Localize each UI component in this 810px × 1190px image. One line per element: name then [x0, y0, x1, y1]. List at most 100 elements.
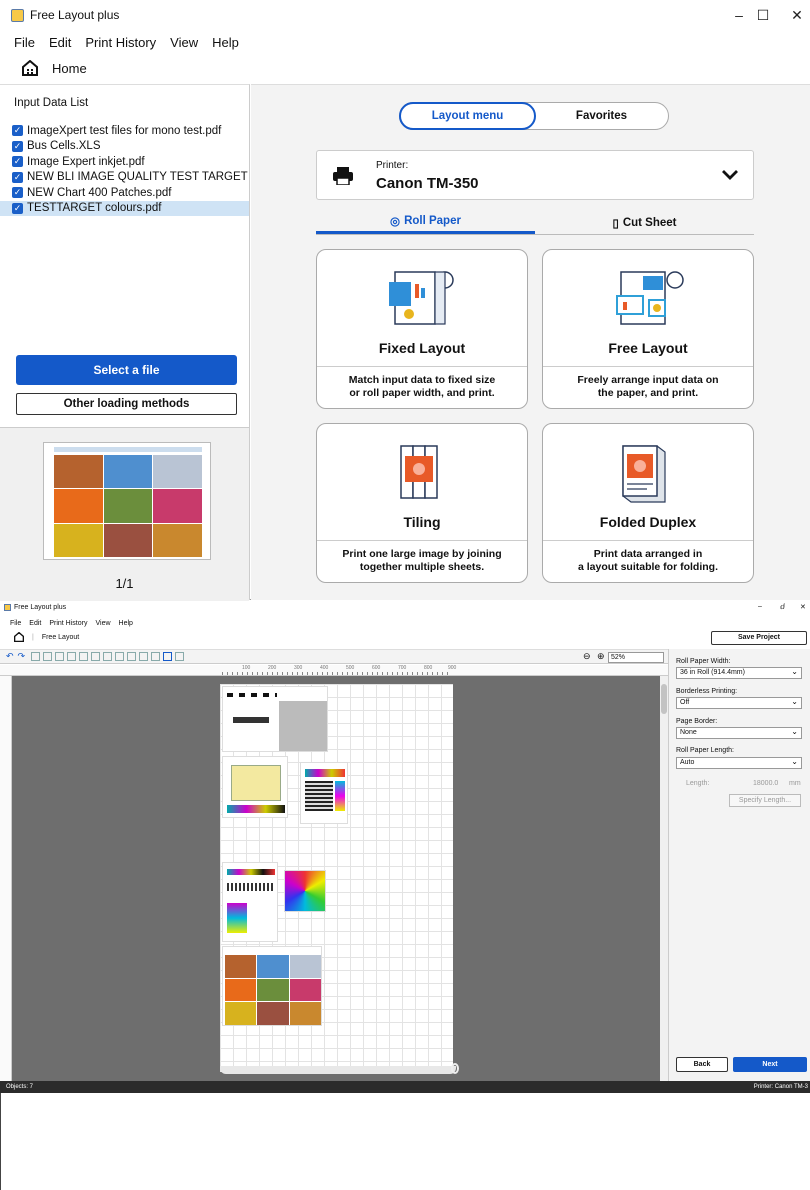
free-layout-card[interactable]: Free Layout Freely arrange input data on…	[542, 249, 754, 409]
duplicate-icon[interactable]	[55, 652, 65, 661]
app-icon	[11, 8, 24, 22]
vertical-scrollbar[interactable]	[660, 676, 668, 1081]
folded-duplex-card[interactable]: Folded Duplex Print data arranged in a l…	[542, 423, 754, 583]
ruler-mark: 200	[268, 665, 277, 671]
input-data-panel: Input Data List ✓ ImageXpert test files f…	[0, 84, 250, 601]
roll-width-select[interactable]: 36 in Roll (914.4mm)	[676, 667, 802, 679]
save-project-button[interactable]: Save Project	[711, 631, 807, 645]
layout-menu-panel: Layout menu Favorites Printer: Canon TM-…	[251, 84, 810, 600]
close-button[interactable]: ✕	[800, 603, 806, 611]
file-item-selected[interactable]: ✓ TESTTARGET colours.pdf	[0, 200, 249, 216]
tab-cut-sheet[interactable]: ▯ Cut Sheet	[535, 211, 754, 234]
distribute-icon[interactable]	[127, 652, 137, 661]
menu-file[interactable]: File	[10, 620, 21, 627]
page-object-testtarget[interactable]	[222, 946, 322, 1026]
crop-icon[interactable]	[91, 652, 101, 661]
layout-canvas[interactable]	[0, 676, 660, 1081]
file-item[interactable]: ✓ ImageXpert test files for mono test.pdf	[0, 123, 249, 139]
breadcrumb-free-layout: Free Layout	[41, 633, 80, 641]
tiling-card[interactable]: Tiling Print one large image by joining …	[316, 423, 528, 583]
rotate-icon[interactable]	[67, 652, 77, 661]
redo-icon[interactable]: ↷	[18, 651, 26, 662]
fixed-layout-card[interactable]: Fixed Layout Match input data to fixed s…	[316, 249, 528, 409]
paper-tabs: ◎ Roll Paper ▯ Cut Sheet	[316, 211, 754, 235]
page-object-mono-test[interactable]	[222, 686, 328, 752]
blank-area	[0, 1093, 810, 1190]
file-item[interactable]: ✓ Bus Cells.XLS	[0, 139, 249, 155]
window-title: Free Layout plus	[14, 604, 67, 611]
page-object-bus-cells[interactable]	[222, 862, 278, 942]
flip-icon[interactable]	[79, 652, 89, 661]
ruler-mark: 700	[398, 665, 407, 671]
menu-help[interactable]: Help	[212, 35, 239, 50]
ruler-mark: 500	[346, 665, 355, 671]
page-object-inkjet[interactable]	[222, 756, 288, 818]
checkbox-icon[interactable]: ✓	[12, 156, 23, 168]
favorites-tab[interactable]: Favorites	[535, 103, 668, 129]
maximize-button[interactable]: ⅆ	[780, 603, 785, 611]
roll-length-select[interactable]: Auto	[676, 757, 802, 769]
menu-view[interactable]: View	[170, 35, 198, 50]
specify-length-button[interactable]: Specify Length...	[729, 794, 801, 807]
fit-icon[interactable]	[103, 652, 113, 661]
auto-layout-icon[interactable]	[139, 652, 149, 661]
printer-selector[interactable]: Printer: Canon TM-350	[316, 150, 754, 200]
page-border-label: Page Border:	[676, 718, 718, 725]
file-item[interactable]: ✓ Image Expert inkjet.pdf	[0, 154, 249, 170]
zoom-out-icon[interactable]: ⊖	[583, 651, 591, 662]
paste-icon[interactable]	[43, 652, 53, 661]
back-button[interactable]: Back	[676, 1057, 728, 1072]
checkbox-icon[interactable]: ✓	[12, 187, 23, 199]
copy-icon[interactable]	[31, 652, 41, 661]
menu-edit[interactable]: Edit	[49, 35, 71, 50]
align-icon[interactable]	[115, 652, 125, 661]
preview-thumbnail[interactable]	[43, 442, 211, 560]
next-button[interactable]: Next	[733, 1057, 807, 1072]
menu-print-history[interactable]: Print History	[49, 620, 87, 627]
ruler-mark: 400	[320, 665, 329, 671]
other-loading-button[interactable]: Other loading methods	[16, 393, 237, 415]
window-title: Free Layout plus	[30, 8, 120, 22]
home-icon[interactable]	[14, 632, 24, 642]
undo-icon[interactable]: ↶	[6, 651, 14, 662]
checkbox-icon[interactable]: ✓	[12, 202, 23, 214]
menu-edit[interactable]: Edit	[29, 620, 41, 627]
menu-help[interactable]: Help	[119, 620, 133, 627]
menu-view[interactable]: View	[95, 620, 110, 627]
roll-end	[220, 1066, 456, 1074]
app-icon	[4, 604, 11, 611]
zoom-in-icon[interactable]: ⊕	[597, 651, 605, 662]
layout-menu-tab[interactable]: Layout menu	[399, 102, 536, 130]
grid-icon[interactable]	[163, 652, 173, 661]
menu-print-history[interactable]: Print History	[85, 35, 156, 50]
menu-file[interactable]: File	[14, 35, 35, 50]
arrange-icon[interactable]	[151, 652, 161, 661]
file-item[interactable]: ✓NEW BLI IMAGE QUALITY TEST TARGET wit..…	[0, 170, 249, 186]
maximize-button[interactable]: ☐	[746, 0, 780, 30]
menu-bar: File Edit Print History View Help	[0, 30, 810, 54]
page-object-bli-target[interactable]	[300, 762, 348, 824]
file-item[interactable]: ✓ NEW Chart 400 Patches.pdf	[0, 185, 249, 201]
folded-duplex-icon	[622, 445, 666, 503]
page-object-400-patches[interactable]	[284, 870, 326, 912]
close-button[interactable]: ✕	[780, 0, 810, 30]
chevron-down-icon[interactable]	[721, 169, 739, 181]
borderless-label: Borderless Printing:	[676, 688, 738, 695]
checkbox-icon[interactable]: ✓	[12, 125, 23, 137]
select-file-button[interactable]: Select a file	[16, 355, 237, 385]
card-description: Print one large image by joining togethe…	[342, 548, 502, 573]
checkbox-icon[interactable]: ✓	[12, 140, 23, 152]
home-icon[interactable]	[22, 60, 38, 76]
image-icon[interactable]	[175, 652, 185, 661]
page-border-select[interactable]: None	[676, 727, 802, 739]
zoom-input[interactable]: 52%	[608, 652, 664, 663]
home-label[interactable]: Home	[52, 61, 87, 76]
checkbox-icon[interactable]: ✓	[12, 171, 23, 183]
file-list: ✓ ImageXpert test files for mono test.pdf…	[0, 123, 249, 216]
roll-paper[interactable]	[220, 684, 453, 1072]
card-title: Free Layout	[608, 340, 688, 356]
minimize-button[interactable]: –	[758, 603, 762, 610]
toolbar: ↶ ↷ ⊖ ⊕ 52%	[0, 649, 668, 664]
borderless-select[interactable]: Off	[676, 697, 802, 709]
tab-roll-paper[interactable]: ◎ Roll Paper	[316, 211, 535, 234]
